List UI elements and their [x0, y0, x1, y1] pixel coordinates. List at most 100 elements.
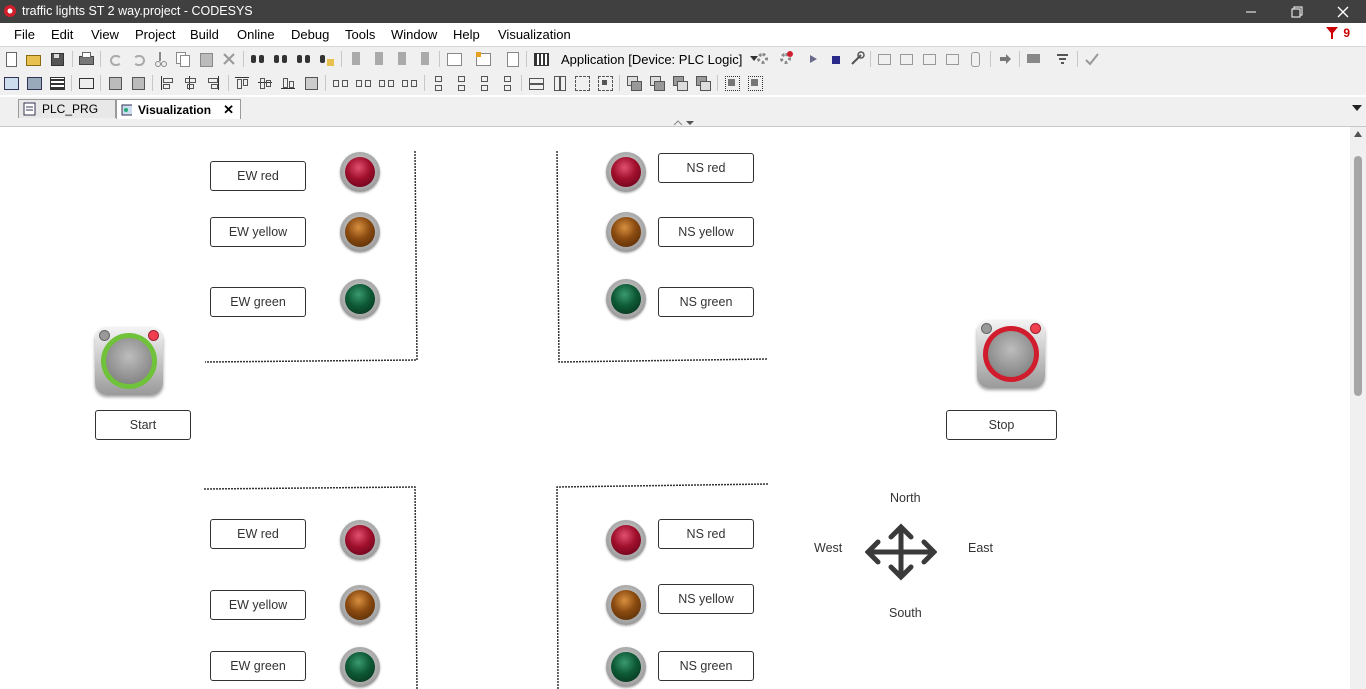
new-project-icon[interactable]	[3, 51, 19, 67]
keyboard-icon[interactable]	[78, 75, 94, 91]
add-object-icon[interactable]	[475, 51, 491, 67]
step-into-icon[interactable]	[921, 51, 937, 67]
find-next-icon[interactable]	[273, 51, 289, 67]
logout-icon[interactable]	[778, 51, 794, 67]
paste-icon[interactable]	[198, 51, 214, 67]
align-center-icon[interactable]	[182, 75, 198, 91]
space-horizontal-equal-icon[interactable]	[355, 75, 371, 91]
bookmark-clear-icon[interactable]	[417, 51, 433, 67]
align-left-icon[interactable]	[159, 75, 175, 91]
select-all-icon[interactable]	[724, 75, 740, 91]
menu-view[interactable]: View	[91, 27, 119, 42]
redo-icon[interactable]	[130, 51, 146, 67]
snap-to-grid-icon[interactable]	[597, 75, 613, 91]
stop-icon[interactable]	[828, 51, 844, 67]
step-out-icon[interactable]	[944, 51, 960, 67]
undo-icon[interactable]	[107, 51, 123, 67]
close-window-button[interactable]	[1320, 0, 1366, 23]
find-icon[interactable]	[250, 51, 266, 67]
menu-file[interactable]: File	[14, 27, 35, 42]
menu-debug[interactable]: Debug	[291, 27, 329, 42]
close-tab-icon[interactable]: ✕	[223, 102, 234, 118]
bookmark-icon[interactable]	[348, 51, 364, 67]
application-selector[interactable]: Application [Device: PLC Logic]	[561, 50, 759, 68]
tab-label: PLC_PRG	[42, 102, 99, 116]
send-to-back-icon[interactable]	[695, 75, 711, 91]
same-height-icon[interactable]	[551, 75, 567, 91]
restore-button[interactable]	[1274, 0, 1320, 23]
distribute-horizontal-icon[interactable]	[332, 75, 348, 91]
cut-icon[interactable]	[152, 51, 168, 67]
hotkeys-icon[interactable]	[49, 75, 65, 91]
bookmark-previous-icon[interactable]	[394, 51, 410, 67]
start-button[interactable]	[95, 327, 163, 395]
find-previous-icon[interactable]	[296, 51, 312, 67]
error-indicator[interactable]: 9	[1325, 26, 1350, 40]
copy-icon[interactable]	[175, 51, 191, 67]
minimize-button[interactable]	[1228, 0, 1274, 23]
menu-visualization[interactable]: Visualization	[498, 27, 571, 42]
send-backward-icon[interactable]	[672, 75, 688, 91]
run-to-cursor-icon[interactable]	[967, 51, 983, 67]
ungroup-icon[interactable]	[130, 75, 146, 91]
print-icon[interactable]	[78, 51, 94, 67]
distribute-vertical-icon[interactable]	[430, 75, 446, 91]
menu-build[interactable]: Build	[190, 27, 219, 42]
force-values-icon[interactable]	[1055, 51, 1071, 67]
space-horizontal-increase-icon[interactable]	[378, 75, 394, 91]
write-values-icon[interactable]	[1026, 51, 1042, 67]
scrollbar-thumb[interactable]	[1354, 156, 1362, 396]
align-middle-icon[interactable]	[257, 75, 273, 91]
visualization-element-list-icon[interactable]	[3, 75, 19, 91]
window-icon[interactable]	[446, 51, 462, 67]
scroll-up-icon[interactable]	[1354, 131, 1362, 137]
build-icon[interactable]	[533, 51, 549, 67]
align-bottom-icon[interactable]	[280, 75, 296, 91]
menu-project[interactable]: Project	[135, 27, 175, 42]
tab-label: Visualization	[137, 102, 212, 117]
fit-to-grid-icon[interactable]	[574, 75, 590, 91]
splitter[interactable]	[0, 119, 1366, 127]
save-icon[interactable]	[49, 51, 65, 67]
open-project-icon[interactable]	[25, 51, 41, 67]
bookmark-next-icon[interactable]	[371, 51, 387, 67]
login-icon[interactable]	[755, 51, 771, 67]
bring-to-front-icon[interactable]	[626, 75, 642, 91]
lamp-ns-red-bottom	[606, 520, 646, 560]
menu-edit[interactable]: Edit	[51, 27, 73, 42]
properties-icon[interactable]	[504, 51, 520, 67]
stop-button[interactable]	[977, 320, 1045, 388]
space-vertical-equal-icon[interactable]	[453, 75, 469, 91]
menu-online[interactable]: Online	[237, 27, 275, 42]
visualization-canvas[interactable]: EW red EW yellow EW green NS red NS yell…	[0, 127, 1350, 689]
start-icon[interactable]	[805, 51, 821, 67]
unforce-values-icon[interactable]	[1084, 51, 1100, 67]
tab-plc-prg[interactable]: PLC_PRG	[18, 99, 116, 118]
replace-icon[interactable]	[319, 51, 335, 67]
collapse-chevron-icon[interactable]	[672, 119, 696, 126]
label-ns-yellow-top: NS yellow	[658, 217, 754, 247]
step-over-icon[interactable]	[898, 51, 914, 67]
bring-forward-icon[interactable]	[649, 75, 665, 91]
menu-window[interactable]: Window	[391, 27, 437, 42]
deselect-icon[interactable]	[747, 75, 763, 91]
group-icon[interactable]	[107, 75, 123, 91]
toggle-breakpoint-icon[interactable]	[876, 51, 892, 67]
interface-editor-icon[interactable]	[26, 75, 42, 91]
tab-list-chevron-icon[interactable]	[1352, 105, 1362, 111]
menu-bar: File Edit View Project Build Online Debu…	[0, 23, 1366, 46]
align-top-icon[interactable]	[234, 75, 250, 91]
menu-help[interactable]: Help	[453, 27, 480, 42]
space-vertical-decrease-icon[interactable]	[499, 75, 515, 91]
reset-icon[interactable]	[849, 51, 865, 67]
delete-icon[interactable]	[221, 51, 237, 67]
menu-tools[interactable]: Tools	[345, 27, 375, 42]
align-right-icon[interactable]	[205, 75, 221, 91]
tab-visualization[interactable]: Visualization ✕	[116, 99, 241, 119]
space-horizontal-decrease-icon[interactable]	[401, 75, 417, 91]
make-same-size-icon[interactable]	[303, 75, 319, 91]
space-vertical-increase-icon[interactable]	[476, 75, 492, 91]
same-width-icon[interactable]	[528, 75, 544, 91]
vertical-scrollbar[interactable]	[1350, 127, 1366, 689]
show-next-statement-icon[interactable]	[997, 51, 1013, 67]
